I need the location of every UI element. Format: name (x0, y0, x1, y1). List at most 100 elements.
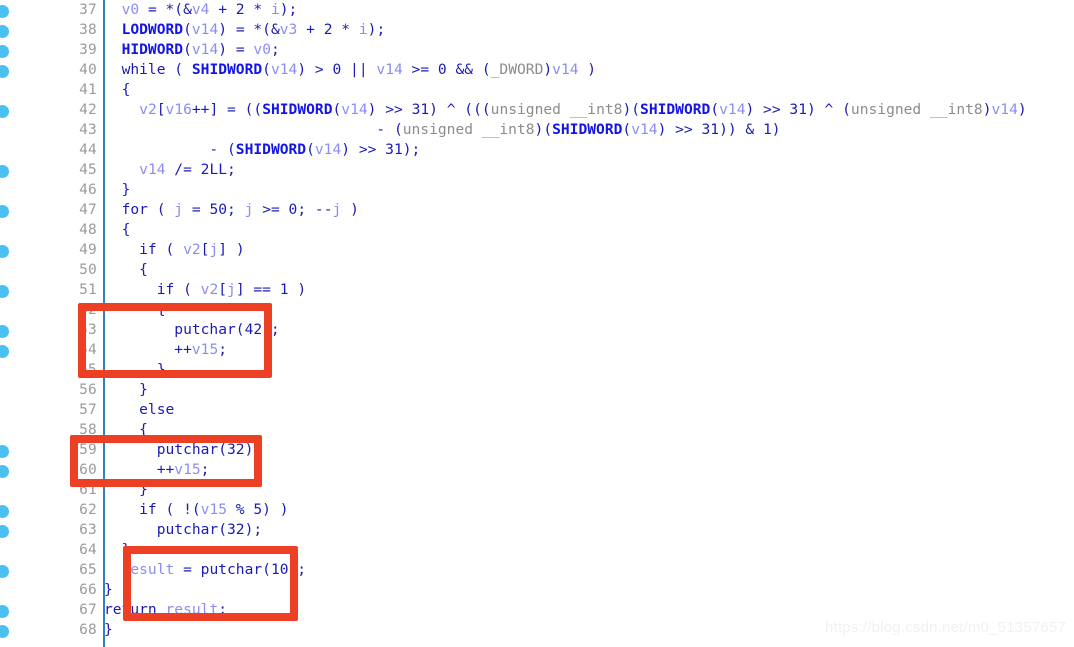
gutter-row[interactable]: 65 (0, 560, 104, 580)
code-token-kw: >= 0; -- (253, 201, 333, 218)
breakpoint-dot-icon[interactable] (0, 285, 9, 298)
gutter-row[interactable]: 41 (0, 80, 104, 100)
code-token-kw: ) = *(& (218, 21, 280, 38)
gutter-row[interactable]: 45 (0, 160, 104, 180)
breakpoint-dot-icon[interactable] (0, 565, 9, 578)
code-token-fn: SHIDWORD (262, 101, 333, 118)
code-token-var: v14 (341, 101, 368, 118)
code-token-kw: } (104, 621, 113, 638)
code-token-typ: unsigned __int8 (402, 121, 535, 138)
line-number: 39 (79, 42, 97, 58)
code-token-kw (104, 161, 139, 178)
code-line[interactable]: { (104, 260, 148, 280)
code-token-kw: [ (218, 281, 228, 298)
code-token-kw: } (104, 181, 131, 198)
code-line[interactable]: } (104, 180, 131, 200)
code-token-var: v0 (121, 1, 140, 18)
breakpoint-dot-icon[interactable] (0, 5, 9, 18)
breakpoint-dot-icon[interactable] (0, 465, 9, 478)
breakpoint-dot-icon[interactable] (0, 525, 9, 538)
breakpoint-dot-icon[interactable] (0, 25, 9, 38)
breakpoint-dot-icon[interactable] (0, 325, 9, 338)
gutter-row[interactable]: 40 (0, 60, 104, 80)
line-number: 48 (79, 222, 97, 238)
gutter-row[interactable]: 56 (0, 380, 104, 400)
code-line[interactable]: { (104, 80, 131, 100)
code-token-var: j (332, 201, 342, 218)
gutter-row[interactable]: 43 (0, 120, 104, 140)
code-line[interactable]: - (SHIDWORD(v14) >> 31); (104, 140, 420, 160)
code-line[interactable]: if ( v2[j] == 1 ) (104, 280, 306, 300)
gutter-row[interactable]: 39 (0, 40, 104, 60)
code-token-kw: ( (332, 101, 342, 118)
line-number: 37 (79, 2, 97, 18)
gutter-row[interactable]: 50 (0, 260, 104, 280)
code-token-var: j (227, 281, 236, 298)
code-token-var: v14 (552, 61, 579, 78)
code-token-kw: while ( (104, 61, 192, 78)
code-line[interactable]: else (104, 400, 174, 420)
code-token-kw: - ( (104, 121, 403, 138)
gutter-row[interactable]: 62 (0, 500, 104, 520)
code-line[interactable]: HIDWORD(v14) = v0; (104, 40, 280, 60)
code-line[interactable]: } (104, 380, 148, 400)
gutter-row[interactable]: 46 (0, 180, 104, 200)
code-token-fn: LODWORD (121, 21, 184, 38)
annotation-box-putchar-42 (78, 303, 272, 378)
code-line[interactable]: while ( SHIDWORD(v14) > 0 || v14 >= 0 &&… (104, 60, 597, 80)
line-number: 68 (79, 622, 97, 638)
code-token-kw: ) >> 31) ^ ( (745, 101, 851, 118)
breakpoint-dot-icon[interactable] (0, 105, 9, 118)
gutter-row[interactable]: 49 (0, 240, 104, 260)
code-token-kw: { (104, 261, 148, 278)
gutter-row[interactable]: 63 (0, 520, 104, 540)
gutter-row[interactable]: 44 (0, 140, 104, 160)
code-line[interactable]: } (104, 580, 113, 600)
code-line[interactable]: if ( !(v15 % 5) ) (104, 500, 288, 520)
breakpoint-dot-icon[interactable] (0, 45, 9, 58)
code-token-kw: ++] = (( (191, 101, 263, 118)
line-number: 56 (79, 382, 97, 398)
code-line[interactable]: putchar(32); (104, 520, 262, 540)
gutter-row[interactable]: 38 (0, 20, 104, 40)
gutter-row[interactable]: 37 (0, 0, 104, 20)
breakpoint-dot-icon[interactable] (0, 245, 9, 258)
code-line[interactable]: if ( v2[j] ) (104, 240, 244, 260)
breakpoint-dot-icon[interactable] (0, 205, 9, 218)
line-number: 50 (79, 262, 97, 278)
code-line[interactable]: - (unsigned __int8)(SHIDWORD(v14) >> 31)… (104, 120, 780, 140)
gutter-row[interactable]: 68 (0, 620, 104, 640)
gutter-row[interactable]: 48 (0, 220, 104, 240)
line-number: 42 (79, 102, 97, 118)
line-number: 65 (79, 562, 97, 578)
code-line[interactable]: for ( j = 50; j >= 0; --j ) (104, 200, 359, 220)
code-token-var: j (209, 241, 219, 258)
breakpoint-dot-icon[interactable] (0, 505, 9, 518)
code-line[interactable]: v2[v16++] = ((SHIDWORD(v14) >> 31) ^ (((… (104, 100, 1027, 120)
gutter-row[interactable]: 67 (0, 600, 104, 620)
code-line[interactable]: v14 /= 2LL; (104, 160, 236, 180)
code-token-var: v2 (139, 101, 157, 118)
code-line[interactable]: v0 = *(&v4 + 2 * i); (104, 0, 298, 20)
breakpoint-dot-icon[interactable] (0, 65, 9, 78)
code-token-kw: ( (262, 61, 271, 78)
gutter-row[interactable]: 66 (0, 580, 104, 600)
breakpoint-dot-icon[interactable] (0, 625, 9, 638)
gutter-row[interactable]: 64 (0, 540, 104, 560)
breakpoint-dot-icon[interactable] (0, 445, 9, 458)
breakpoint-dot-icon[interactable] (0, 345, 9, 358)
code-token-var: j (174, 201, 184, 218)
code-line[interactable]: } (104, 620, 113, 640)
breakpoint-dot-icon[interactable] (0, 605, 9, 618)
breakpoint-dot-icon[interactable] (0, 165, 9, 178)
code-token-kw (104, 41, 122, 58)
code-token-kw (104, 21, 122, 38)
gutter-row[interactable]: 47 (0, 200, 104, 220)
code-line[interactable]: { (104, 220, 131, 240)
line-number: 49 (79, 242, 97, 258)
gutter-row[interactable]: 42 (0, 100, 104, 120)
code-token-kw: + 2 * (297, 21, 359, 38)
gutter-row[interactable]: 57 (0, 400, 104, 420)
code-line[interactable]: LODWORD(v14) = *(&v3 + 2 * i); (104, 20, 386, 40)
gutter-row[interactable]: 51 (0, 280, 104, 300)
